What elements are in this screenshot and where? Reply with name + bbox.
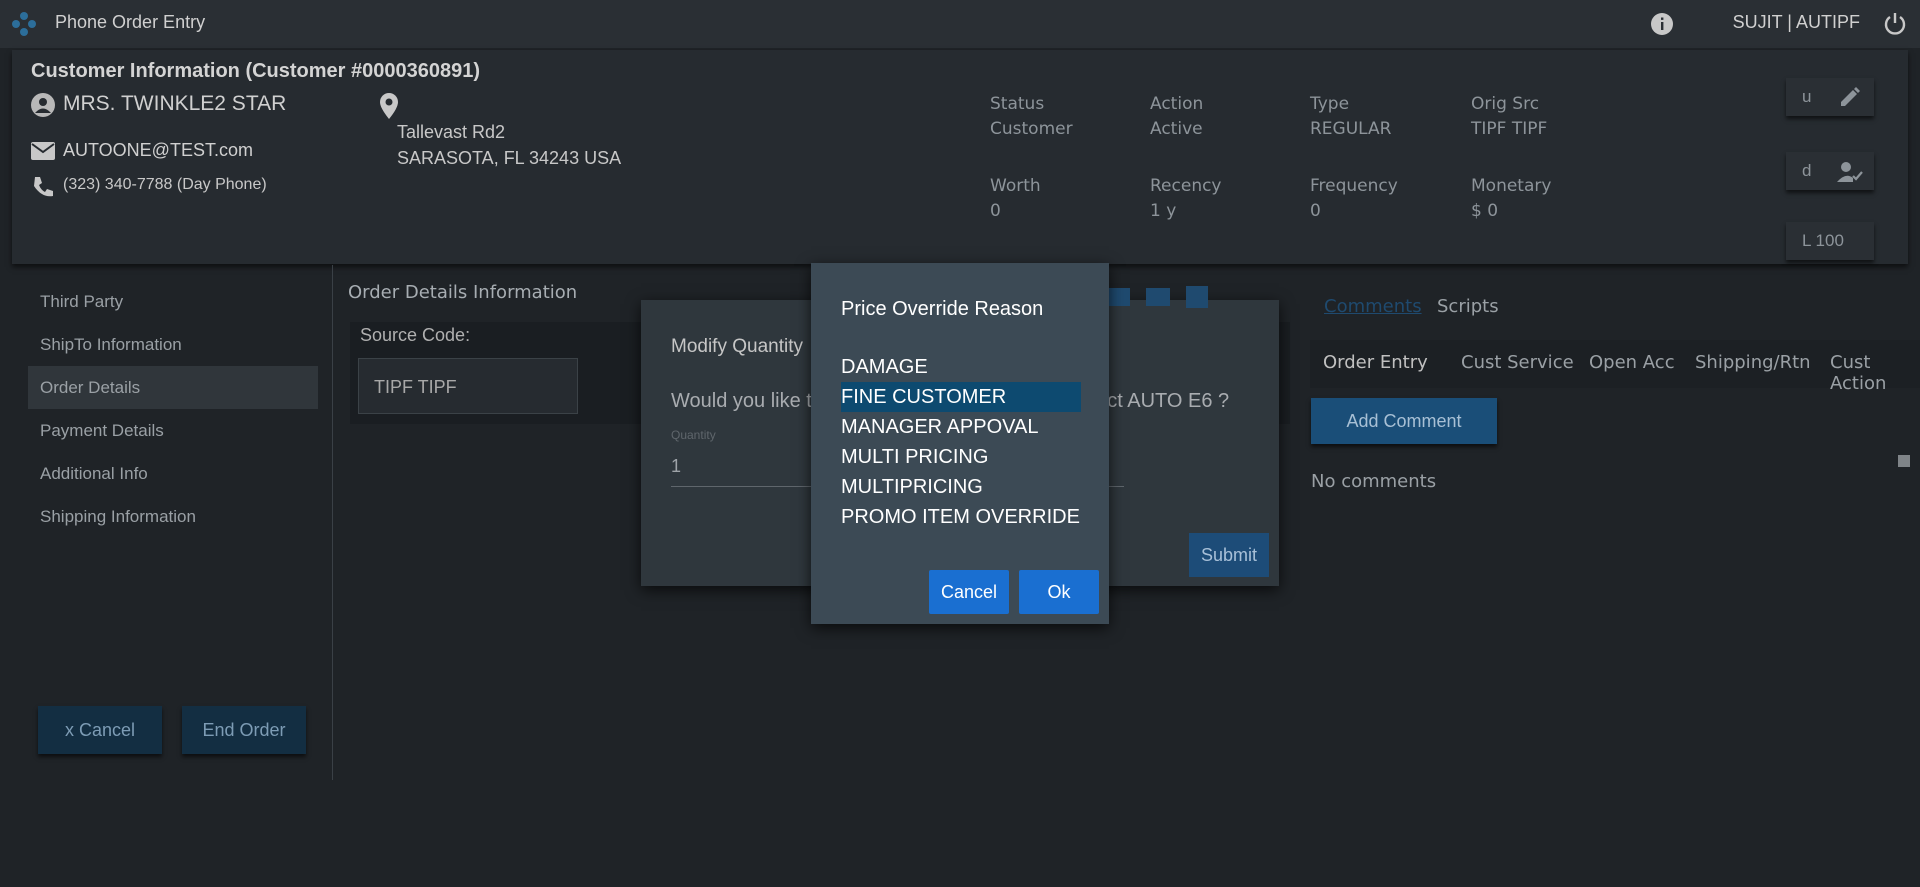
top-bar bbox=[0, 0, 1920, 48]
loyalty-button-label: L 100 bbox=[1802, 231, 1844, 250]
tab-scripts[interactable]: Scripts bbox=[1437, 296, 1499, 317]
recency-value: 1 y bbox=[1150, 201, 1177, 221]
modify-quantity-title: Modify Quantity bbox=[671, 336, 803, 357]
orig-src-label: Orig Src bbox=[1471, 94, 1540, 114]
customer-name: MRS. TWINKLE2 STAR bbox=[63, 92, 287, 115]
edit-button-label: u bbox=[1802, 87, 1812, 106]
subtab-shipping-rtn[interactable]: Shipping/Rtn bbox=[1695, 352, 1811, 373]
type-label: Type bbox=[1310, 94, 1350, 114]
verify-button-label: d bbox=[1802, 161, 1812, 180]
reason-option-promo-item-override[interactable]: PROMO ITEM OVERRIDE bbox=[841, 502, 1081, 532]
nav-shipping-information[interactable]: Shipping Information bbox=[28, 495, 318, 538]
frequency-label: Frequency bbox=[1310, 176, 1398, 196]
resize-handle[interactable] bbox=[1898, 455, 1910, 467]
reason-ok-button[interactable]: Ok bbox=[1019, 570, 1099, 614]
reason-option-manager-appoval[interactable]: MANAGER APPOVAL bbox=[841, 412, 1081, 442]
subtab-cust-action[interactable]: Cust Action bbox=[1830, 352, 1920, 394]
end-order-button[interactable]: End Order bbox=[182, 706, 306, 754]
app-logo-icon bbox=[10, 10, 38, 38]
reason-list: DAMAGE FINE CUSTOMER MANAGER APPOVAL MUL… bbox=[841, 352, 1081, 532]
worth-value: 0 bbox=[990, 201, 1001, 221]
address-line2: SARASOTA, FL 34243 USA bbox=[397, 148, 622, 168]
recency-label: Recency bbox=[1150, 176, 1222, 196]
customer-title: Customer Information (Customer #00003608… bbox=[31, 60, 481, 82]
source-code-value: TIPF TIPF bbox=[374, 377, 457, 397]
source-code-label: Source Code: bbox=[360, 325, 471, 345]
action-value: Active bbox=[1150, 119, 1203, 139]
action-label: Action bbox=[1150, 94, 1204, 114]
no-comments-text: No comments bbox=[1311, 471, 1437, 492]
monetary-value: $ 0 bbox=[1471, 201, 1499, 221]
status-label: Status bbox=[990, 94, 1045, 114]
vertical-divider bbox=[332, 265, 333, 780]
customer-phone: (323) 340-7788 (Day Phone) bbox=[63, 176, 267, 193]
nav-order-details[interactable]: Order Details bbox=[28, 366, 318, 409]
email-icon bbox=[30, 140, 56, 167]
location-icon bbox=[378, 92, 400, 125]
reason-option-fine-customer[interactable]: FINE CUSTOMER bbox=[841, 382, 1081, 412]
pencil-icon bbox=[1838, 85, 1862, 114]
add-comment-button[interactable]: Add Comment bbox=[1311, 398, 1497, 444]
left-nav: Third Party ShipTo Information Order Det… bbox=[28, 280, 318, 538]
subtab-open-acc[interactable]: Open Acc bbox=[1589, 352, 1675, 373]
worth-label: Worth bbox=[990, 176, 1041, 196]
order-details-header: Order Details Information bbox=[348, 282, 578, 303]
price-override-title: Price Override Reason bbox=[841, 298, 1044, 320]
user-label: SUJIT | AUTIPF bbox=[1732, 12, 1860, 32]
quantity-label: Quantity bbox=[671, 428, 716, 442]
reason-option-multipricing[interactable]: MULTIPRICING bbox=[841, 472, 1081, 502]
quantity-input[interactable]: 1 bbox=[671, 456, 681, 477]
reason-option-damage[interactable]: DAMAGE bbox=[841, 352, 1081, 382]
subtab-cust-service[interactable]: Cust Service bbox=[1461, 352, 1574, 373]
person-icon bbox=[30, 92, 56, 123]
address-line1: Tallevast Rd2 bbox=[397, 122, 506, 142]
verify-customer-button[interactable]: d bbox=[1786, 152, 1874, 190]
modify-quantity-question-left: Would you like t bbox=[671, 390, 812, 412]
type-value: REGULAR bbox=[1310, 119, 1392, 139]
subtab-order-entry[interactable]: Order Entry bbox=[1323, 352, 1428, 373]
status-value: Customer bbox=[990, 119, 1073, 139]
tab-comments[interactable]: Comments bbox=[1324, 296, 1422, 317]
cancel-order-button[interactable]: x Cancel bbox=[38, 706, 162, 754]
user-check-icon bbox=[1836, 160, 1864, 189]
power-icon[interactable] bbox=[1882, 11, 1908, 37]
nav-third-party[interactable]: Third Party bbox=[28, 280, 318, 323]
frequency-value: 0 bbox=[1310, 201, 1321, 221]
info-icon[interactable] bbox=[1650, 12, 1674, 36]
nav-payment-details[interactable]: Payment Details bbox=[28, 409, 318, 452]
order-action-icons bbox=[1104, 282, 1214, 317]
orig-src-value: TIPF TIPF bbox=[1471, 119, 1548, 139]
edit-customer-button[interactable]: u bbox=[1786, 78, 1874, 116]
app-title: Phone Order Entry bbox=[55, 12, 206, 32]
loyalty-button[interactable]: L 100 bbox=[1786, 222, 1874, 260]
phone-icon bbox=[30, 174, 56, 205]
reason-cancel-button[interactable]: Cancel bbox=[929, 570, 1009, 614]
nav-additional-info[interactable]: Additional Info bbox=[28, 452, 318, 495]
submit-button[interactable]: Submit bbox=[1189, 533, 1269, 577]
nav-shipto-information[interactable]: ShipTo Information bbox=[28, 323, 318, 366]
customer-email: AUTOONE@TEST.com bbox=[63, 140, 253, 160]
monetary-label: Monetary bbox=[1471, 176, 1552, 196]
reason-option-multi-pricing[interactable]: MULTI PRICING bbox=[841, 442, 1081, 472]
